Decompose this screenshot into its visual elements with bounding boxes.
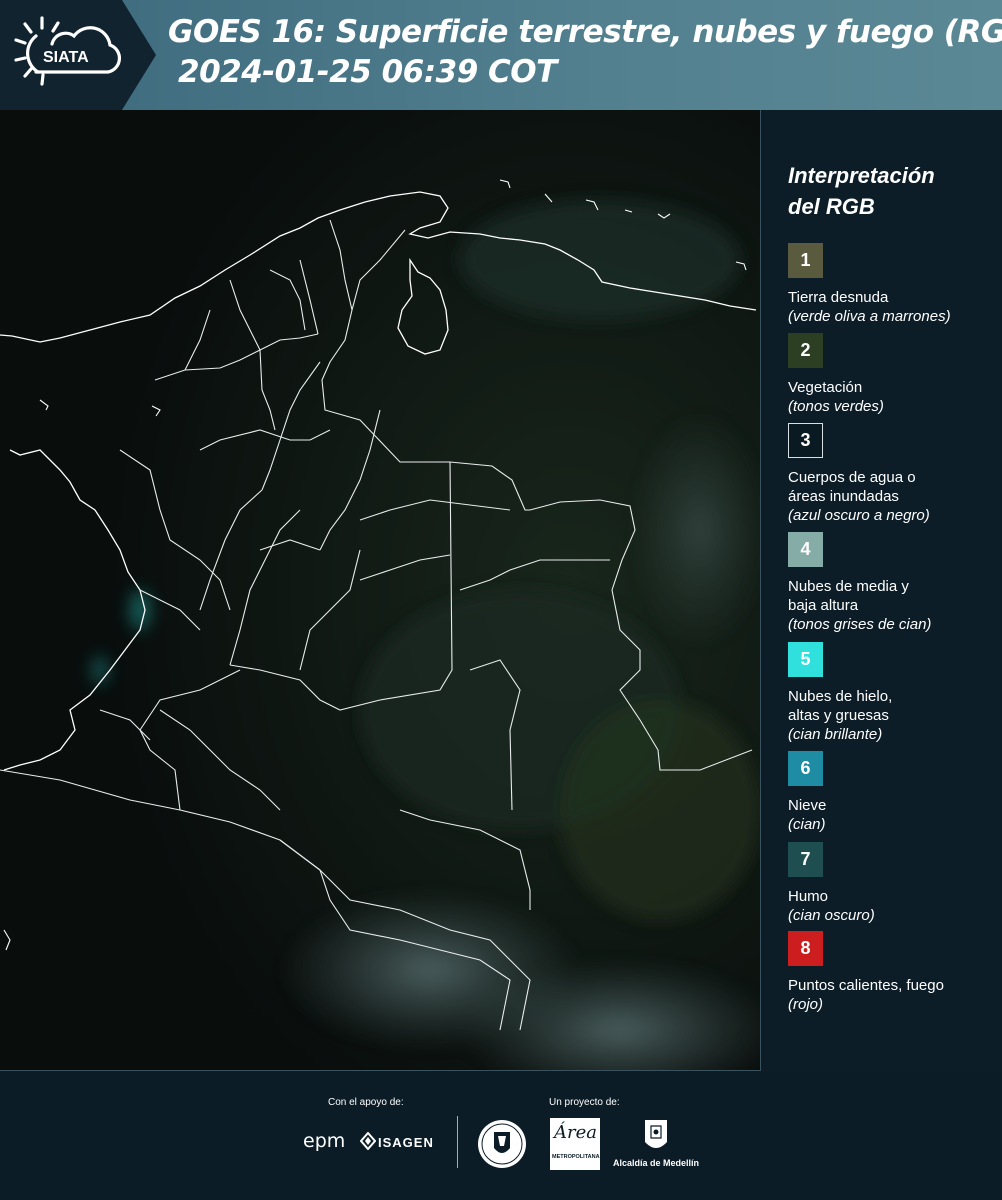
legend-swatch-7: 7	[788, 842, 823, 877]
isagen-logo: ISAGEN	[378, 1135, 434, 1150]
legend-swatch-1: 1	[788, 243, 823, 278]
alcaldia-logo: Alcaldía de Medellín	[613, 1158, 700, 1168]
siata-logo: SIATA	[14, 16, 121, 86]
legend-sub-2: (tonos verdes)	[788, 398, 884, 415]
legend-swatch-8: 8	[788, 931, 823, 966]
legend-item-vegetation: 2 Vegetación (tonos verdes)	[788, 333, 998, 416]
image-datetime: 2024-01-25 06:39 COT	[178, 54, 557, 90]
legend-sub-7: (cian oscuro)	[788, 907, 875, 924]
legend-item-snow: 6 Nieve (cian)	[788, 751, 998, 834]
legend-label-6: Nieve	[788, 797, 827, 814]
footer-sponsors: Con el apoyo de: Un proyecto de: epm ISA…	[0, 1072, 1002, 1200]
isagen-icon	[360, 1132, 376, 1150]
legend-sub-8: (rojo)	[788, 996, 824, 1013]
legend-sub-5: (cian brillante)	[788, 726, 883, 743]
legend-sub-1: (verde oliva a marrones)	[788, 308, 951, 325]
legend-title-line1: Interpretación	[788, 163, 935, 188]
legend-label-4: Nubes de media y baja altura	[788, 578, 909, 614]
legend-swatch-6: 6	[788, 751, 823, 786]
legend-label-5: Nubes de hielo, altas y gruesas	[788, 688, 893, 724]
legend-label-8: Puntos calientes, fuego	[788, 977, 944, 994]
legend-item-fire: 8 Puntos calientes, fuego (rojo)	[788, 931, 998, 1014]
legend-label-2: Vegetación	[788, 379, 863, 396]
legend-item-bare-land: 1 Tierra desnuda (verde oliva a marrones…	[788, 243, 998, 326]
header-bar: SIATA GOES 16: Superficie terrestre, nub…	[0, 0, 1002, 110]
epm-logo: epm	[303, 1130, 346, 1152]
satellite-map[interactable]	[0, 110, 761, 1071]
page-title: GOES 16: Superficie terrestre, nubes y f…	[168, 14, 1002, 50]
legend-item-water: 3 Cuerpos de agua o áreas inundadas (azu…	[788, 423, 998, 525]
legend-label-3: Cuerpos de agua o áreas inundadas	[788, 469, 916, 505]
legend-item-ice-clouds: 5 Nubes de hielo, altas y gruesas (cian …	[788, 642, 998, 744]
legend-label-1: Tierra desnuda	[788, 289, 889, 306]
legend-swatch-4: 4	[788, 532, 823, 567]
legend-swatch-2: 2	[788, 333, 823, 368]
university-seal-icon	[478, 1120, 526, 1168]
project-label: Un proyecto de:	[549, 1097, 620, 1108]
legend-item-smoke: 7 Humo (cian oscuro)	[788, 842, 998, 925]
legend-sub-6: (cian)	[788, 816, 826, 833]
legend-label-7: Humo	[788, 888, 829, 905]
map-canvas	[0, 110, 760, 1070]
legend-swatch-3: 3	[788, 423, 823, 458]
area-logo-main: Área	[554, 1122, 597, 1143]
alcaldia-shield-icon	[645, 1120, 667, 1148]
legend-item-low-clouds: 4 Nubes de media y baja altura (tonos gr…	[788, 532, 998, 634]
legend-sub-4: (tonos grises de cian)	[788, 616, 932, 633]
legend-title: Interpretación del RGB	[788, 160, 998, 222]
rgb-legend: Interpretación del RGB 1 Tierra desnuda …	[788, 160, 998, 1013]
legend-swatch-5: 5	[788, 642, 823, 677]
area-metropolitana-logo: Área METROPOLITANA	[550, 1118, 600, 1170]
footer-divider	[457, 1116, 458, 1168]
logo-text: SIATA	[43, 49, 89, 66]
support-label: Con el apoyo de:	[328, 1097, 404, 1108]
area-logo-sub: METROPOLITANA	[552, 1154, 600, 1160]
legend-title-line2: del RGB	[788, 194, 875, 219]
legend-sub-3: (azul oscuro a negro)	[788, 507, 930, 524]
